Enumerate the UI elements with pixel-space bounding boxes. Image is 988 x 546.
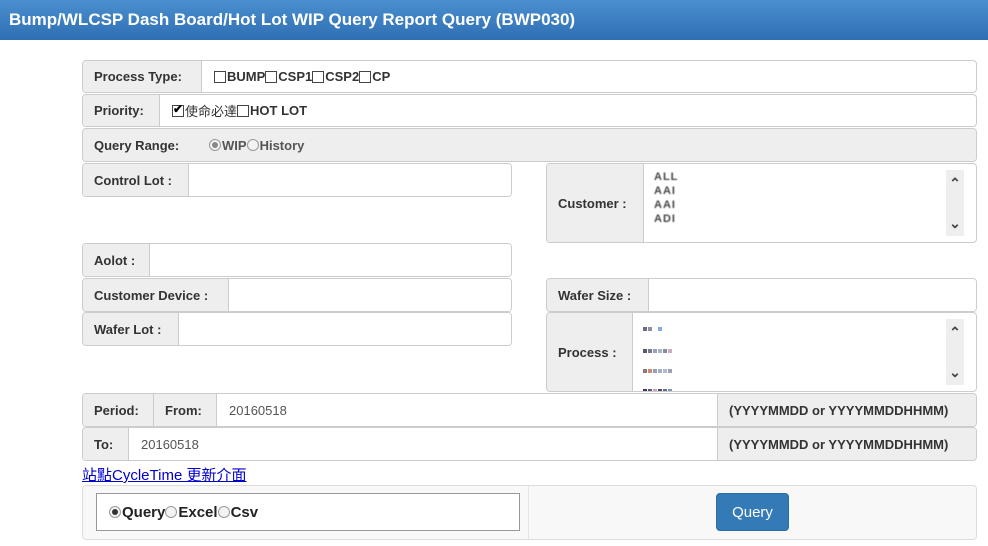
query-button[interactable]: Query (716, 493, 789, 531)
query-range-group: Query Range: WIP History (82, 128, 977, 162)
mission-checkbox[interactable] (172, 102, 184, 117)
aolot-label: Aolot : (83, 244, 150, 276)
query-range-options: WIP History (197, 129, 976, 161)
process-option[interactable] (643, 363, 966, 377)
chevron-down-icon[interactable]: ⌄ (949, 216, 961, 230)
control-lot-label: Control Lot : (83, 164, 189, 196)
priority-group: Priority: 使命必達 HOT LOT (82, 94, 977, 127)
from-date-input[interactable]: 20160518 (217, 394, 717, 426)
hot-lot-option-label: HOT LOT (250, 103, 308, 118)
aolot-input[interactable] (150, 244, 511, 276)
wafer-size-input[interactable] (649, 279, 976, 311)
process-scrollbar[interactable]: ⌃ ⌄ (946, 319, 964, 385)
customer-option[interactable]: AAI (654, 198, 966, 212)
period-to-group: To: 20160518 (YYYYMMDD or YYYYMMDDHHMM) (82, 427, 977, 461)
query-range-label: Query Range: (83, 129, 197, 161)
to-date-input[interactable]: 20160518 (129, 428, 717, 460)
from-label: From: (154, 394, 217, 426)
action-panel: Query Excel Csv Query (82, 485, 977, 540)
excel-option-label: Excel (178, 503, 218, 521)
wafer-size-group: Wafer Size : (546, 278, 977, 312)
customer-scrollbar[interactable]: ⌃ ⌄ (946, 170, 964, 236)
csp2-checkbox[interactable] (312, 70, 325, 83)
mission-option-label: 使命必達 (185, 104, 238, 119)
customer-device-group: Customer Device : (82, 278, 512, 312)
customer-group: Customer : ALL AAI AAI ADI ⌃ ⌄ (546, 163, 977, 243)
hot-lot-checkbox[interactable] (237, 104, 250, 117)
process-type-label: Process Type: (83, 61, 202, 92)
customer-label: Customer : (547, 164, 644, 242)
to-label: To: (83, 428, 129, 460)
process-option[interactable] (643, 383, 966, 391)
process-type-group: Process Type: BUMP CSP1 CSP2 CP (82, 60, 977, 93)
wip-option-label: WIP (222, 137, 247, 153)
process-option[interactable] (643, 343, 966, 357)
process-group: Process : ⌃ ⌄ (546, 312, 977, 392)
csp1-option-label: CSP1 (278, 69, 313, 84)
panel-divider (528, 486, 529, 539)
chevron-up-icon[interactable]: ⌃ (949, 176, 961, 190)
csp1-checkbox[interactable] (265, 70, 278, 83)
customer-select[interactable]: ALL AAI AAI ADI ⌃ ⌄ (644, 164, 976, 242)
control-lot-group: Control Lot : (82, 163, 512, 197)
customer-device-label: Customer Device : (83, 279, 229, 311)
wafer-lot-input[interactable] (179, 313, 511, 345)
process-type-options: BUMP CSP1 CSP2 CP (202, 61, 976, 92)
output-format-options: Query Excel Csv (96, 493, 520, 531)
wafer-size-label: Wafer Size : (547, 279, 649, 311)
customer-option[interactable]: ALL (654, 170, 966, 184)
aolot-group: Aolot : (82, 243, 512, 277)
period-label: Period: (83, 394, 154, 426)
from-format-hint: (YYYYMMDD or YYYYMMDDHHMM) (717, 394, 976, 426)
wip-radio[interactable] (209, 139, 221, 151)
history-option-label: History (259, 137, 305, 153)
excel-radio[interactable] (165, 506, 178, 518)
history-radio[interactable] (246, 139, 259, 151)
cycle-time-update-link[interactable]: 站點CycleTime 更新介面 (82, 464, 246, 485)
period-from-group: Period: From: 20160518 (YYYYMMDD or YYYY… (82, 393, 977, 427)
process-option[interactable] (643, 321, 966, 335)
process-label: Process : (547, 313, 633, 391)
cp-option-label: CP (372, 69, 391, 84)
bump-option-label: BUMP (227, 69, 266, 84)
customer-option[interactable]: AAI (654, 184, 966, 198)
control-lot-input[interactable] (189, 164, 511, 196)
csv-option-label: Csv (230, 503, 259, 521)
process-select[interactable]: ⌃ ⌄ (633, 313, 976, 391)
wafer-lot-group: Wafer Lot : (82, 312, 512, 346)
page-title: Bump/WLCSP Dash Board/Hot Lot WIP Query … (0, 0, 988, 40)
query-radio[interactable] (109, 506, 121, 518)
wafer-lot-label: Wafer Lot : (83, 313, 179, 345)
priority-label: Priority: (83, 95, 160, 126)
to-format-hint: (YYYYMMDD or YYYYMMDDHHMM) (717, 428, 976, 460)
chevron-up-icon[interactable]: ⌃ (949, 325, 961, 339)
csp2-option-label: CSP2 (325, 69, 360, 84)
csv-radio[interactable] (217, 506, 230, 518)
query-option-label: Query (122, 503, 166, 521)
customer-option[interactable]: ADI (654, 212, 966, 226)
cp-checkbox[interactable] (359, 70, 372, 83)
chevron-down-icon[interactable]: ⌄ (949, 365, 961, 379)
priority-options: 使命必達 HOT LOT (160, 95, 976, 126)
customer-device-input[interactable] (229, 279, 511, 311)
bump-checkbox[interactable] (214, 70, 226, 83)
